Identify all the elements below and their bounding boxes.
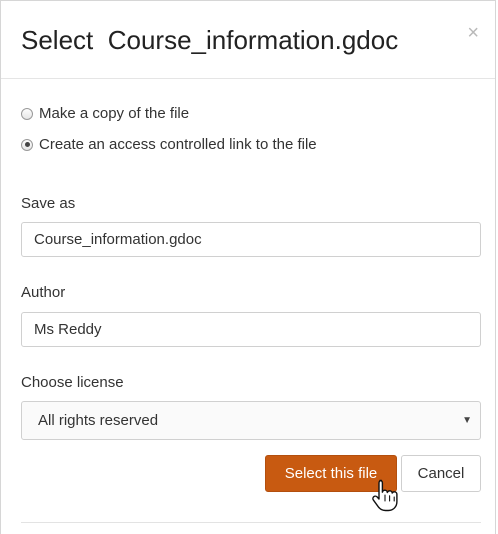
dialog-title: Select Course_information.gdoc [21,25,399,55]
dialog-header: Select Course_information.gdoc × [1,1,495,79]
option-controlled-link[interactable]: Create an access controlled link to the … [21,136,317,153]
file-picker-dialog: Select Course_information.gdoc × Make a … [0,0,496,534]
cancel-button[interactable]: Cancel [401,455,481,492]
author-input[interactable]: Ms Reddy [21,312,481,347]
hand-pointer-icon [372,479,398,512]
close-icon[interactable]: × [467,21,479,45]
option-controlled-link-label: Create an access controlled link to the … [39,136,317,153]
license-selected-value: All rights reserved [38,412,159,429]
license-label: Choose license [21,374,124,391]
save-as-input[interactable]: Course_information.gdoc [21,222,481,257]
save-as-label: Save as [21,195,76,212]
footer-divider [21,522,481,523]
option-make-copy-label: Make a copy of the file [39,105,190,122]
radio-make-copy[interactable] [21,107,33,120]
chevron-down-icon: ▼ [462,415,472,426]
author-label: Author [21,284,66,301]
radio-controlled-link[interactable] [21,138,33,151]
license-select[interactable]: All rights reserved ▼ [21,401,481,440]
option-make-copy[interactable]: Make a copy of the file [21,105,189,122]
